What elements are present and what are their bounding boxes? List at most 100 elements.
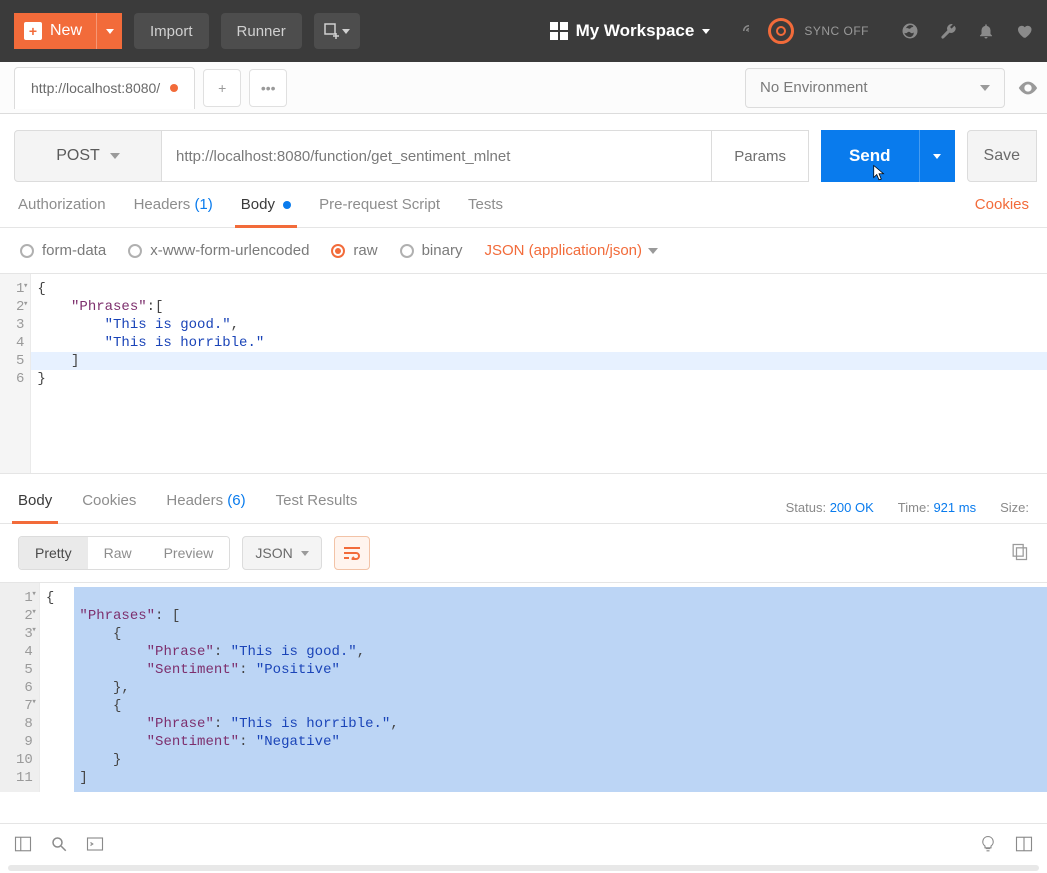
chevron-down-icon	[980, 85, 990, 91]
console-icon[interactable]	[86, 835, 104, 853]
request-tab-title: http://localhost:8080/	[31, 80, 160, 96]
new-button-caret[interactable]	[96, 13, 122, 49]
horizontal-scrollbar[interactable]	[8, 865, 1039, 871]
chevron-down-icon	[342, 29, 350, 34]
chevron-down-icon	[110, 153, 120, 159]
resp-tab-cookies[interactable]: Cookies	[82, 492, 136, 523]
save-button[interactable]: Save	[967, 130, 1037, 182]
params-button[interactable]: Params	[712, 130, 809, 182]
search-icon[interactable]	[50, 835, 68, 853]
resp-tab-tests[interactable]: Test Results	[276, 492, 358, 523]
runner-button[interactable]: Runner	[221, 13, 302, 49]
tab-authorization[interactable]: Authorization	[18, 196, 106, 227]
view-raw[interactable]: Raw	[88, 537, 148, 569]
request-body-editor[interactable]: 123456 { "Phrases":[ "This is good.", "T…	[0, 274, 1047, 474]
chevron-down-icon	[702, 29, 710, 34]
top-right-icons	[901, 22, 1033, 40]
editor-body[interactable]: { "Phrases": [ { "Phrase": "This is good…	[40, 583, 1047, 792]
new-button-label: New	[50, 22, 82, 40]
chevron-down-icon	[301, 551, 309, 556]
workspace-icon	[550, 22, 568, 40]
workspace-selector[interactable]: My Workspace	[550, 21, 711, 41]
workspace-label: My Workspace	[576, 21, 695, 41]
method-value: POST	[56, 147, 100, 165]
copy-icon	[1009, 542, 1029, 562]
response-format-label: JSON	[255, 545, 292, 561]
tab-menu-button[interactable]: •••	[249, 69, 287, 107]
heart-icon[interactable]	[1015, 22, 1033, 40]
status: Status: 200 OK	[786, 500, 874, 515]
new-window-button[interactable]	[314, 13, 360, 49]
copy-response-button[interactable]	[1009, 542, 1029, 565]
response-toolbar: Pretty Raw Preview JSON	[0, 524, 1047, 582]
radio-urlencoded[interactable]: x-www-form-urlencoded	[128, 242, 309, 259]
send-button-group: Send	[821, 130, 955, 182]
resp-tab-headers[interactable]: Headers (6)	[166, 492, 245, 523]
response-bar: Body Cookies Headers (6) Test Results St…	[0, 474, 1047, 524]
view-pretty[interactable]: Pretty	[19, 537, 88, 569]
cookies-link[interactable]: Cookies	[975, 196, 1029, 227]
radio-form-data[interactable]: form-data	[20, 242, 106, 259]
tab-headers[interactable]: Headers (1)	[134, 196, 213, 227]
editor-body[interactable]: { "Phrases":[ "This is good.", "This is …	[31, 274, 1047, 473]
content-type-label: JSON (application/json)	[484, 242, 642, 259]
radio-binary[interactable]: binary	[400, 242, 463, 259]
window-plus-icon	[324, 23, 340, 39]
tab-body-label: Body	[241, 196, 275, 213]
sync-label: SYNC OFF	[804, 24, 869, 38]
new-button[interactable]: + New	[14, 13, 96, 49]
environment-selector[interactable]: No Environment	[745, 68, 1005, 108]
resp-tab-headers-count: (6)	[227, 492, 245, 509]
sync-area: SYNC OFF	[740, 18, 869, 44]
response-tabs: Body Cookies Headers (6) Test Results	[18, 492, 357, 523]
sync-status-icon[interactable]	[768, 18, 794, 44]
import-button[interactable]: Import	[134, 13, 209, 49]
top-toolbar: + New Import Runner My Workspace SYNC OF…	[0, 0, 1047, 62]
response-format-selector[interactable]: JSON	[242, 536, 321, 570]
body-type-row: form-data x-www-form-urlencoded raw bina…	[0, 228, 1047, 274]
environment-value: No Environment	[760, 79, 868, 96]
chevron-down-icon	[933, 154, 941, 159]
new-button-group: + New	[14, 13, 122, 49]
tab-prerequest[interactable]: Pre-request Script	[319, 196, 440, 227]
satellite-icon[interactable]	[740, 22, 758, 40]
globe-icon[interactable]	[901, 22, 919, 40]
tab-body[interactable]: Body	[241, 196, 291, 227]
editor-gutter: 1234567891011	[0, 583, 40, 792]
method-selector[interactable]: POST	[14, 130, 162, 182]
radio-icon	[20, 244, 34, 258]
radio-raw[interactable]: raw	[331, 242, 377, 259]
bell-icon[interactable]	[977, 22, 995, 40]
chevron-down-icon	[648, 248, 658, 254]
radio-label: binary	[422, 242, 463, 259]
view-preview[interactable]: Preview	[148, 537, 230, 569]
wrap-lines-button[interactable]	[334, 536, 370, 570]
request-subtabs: Authorization Headers (1) Body Pre-reque…	[0, 182, 1047, 228]
url-input[interactable]: http://localhost:8080/function/get_senti…	[162, 130, 712, 182]
send-button-label: Send	[849, 146, 891, 165]
radio-icon	[128, 244, 142, 258]
resp-tab-headers-label: Headers	[166, 492, 223, 509]
request-tabs-row: http://localhost:8080/ + ••• No Environm…	[0, 62, 1047, 114]
send-button-caret[interactable]	[919, 130, 955, 182]
response-body-viewer[interactable]: 1234567891011 { "Phrases": [ { "Phrase":…	[0, 582, 1047, 792]
two-pane-icon[interactable]	[1015, 835, 1033, 853]
request-tab[interactable]: http://localhost:8080/	[14, 67, 195, 109]
content-type-selector[interactable]: JSON (application/json)	[484, 242, 658, 259]
chevron-down-icon	[106, 29, 114, 34]
radio-icon	[400, 244, 414, 258]
lightbulb-icon[interactable]	[979, 835, 997, 853]
plus-icon: +	[24, 22, 42, 40]
send-button[interactable]: Send	[821, 130, 919, 182]
environment-quicklook-icon[interactable]	[1017, 77, 1039, 99]
radio-icon	[331, 244, 345, 258]
response-meta: Status: 200 OK Time: 921 ms Size:	[786, 500, 1029, 515]
size: Size:	[1000, 500, 1029, 515]
sidebar-toggle-icon[interactable]	[14, 835, 32, 853]
add-tab-button[interactable]: +	[203, 69, 241, 107]
tab-tests[interactable]: Tests	[468, 196, 503, 227]
url-bar-row: POST http://localhost:8080/function/get_…	[0, 114, 1047, 182]
resp-tab-body[interactable]: Body	[18, 492, 52, 523]
bottom-bar	[0, 823, 1047, 863]
wrench-icon[interactable]	[939, 22, 957, 40]
